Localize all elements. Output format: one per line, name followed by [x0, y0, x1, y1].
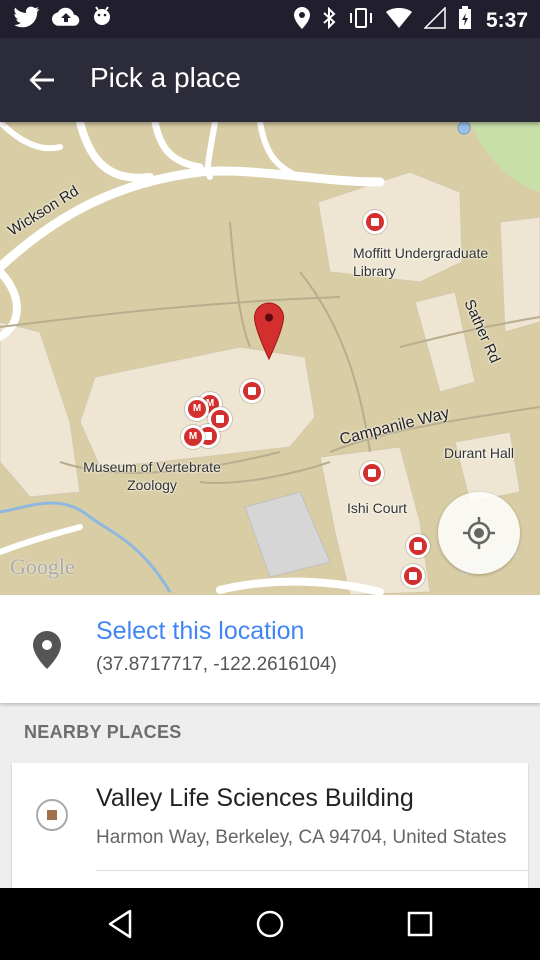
android-icon: [92, 6, 112, 33]
recents-square-icon: [407, 911, 433, 937]
my-location-button[interactable]: [438, 492, 520, 574]
poi-building-icon[interactable]: [401, 564, 425, 588]
map-view[interactable]: Wickson Rd Sather Rd Campanile Way South…: [0, 122, 540, 595]
status-bar: 5:37: [0, 0, 540, 38]
poi-building-icon[interactable]: [406, 534, 430, 558]
poi-library-icon[interactable]: [363, 210, 387, 234]
back-button[interactable]: [22, 60, 62, 100]
google-logo: Google: [10, 554, 75, 579]
select-location-row[interactable]: Select this location (37.8717717, -122.2…: [0, 595, 540, 703]
twitter-icon: [14, 6, 40, 33]
arrow-back-icon: [29, 69, 54, 91]
battery-icon: [458, 6, 472, 35]
navigation-bar: [0, 888, 540, 960]
back-triangle-icon: [108, 909, 132, 939]
poi-building-icon[interactable]: [360, 461, 384, 485]
nav-back-button[interactable]: [100, 904, 140, 944]
nearby-place-name: Valley Life Sciences Building: [96, 784, 414, 812]
place-label-museum: Museum of Vertebrate Zoology: [83, 459, 221, 493]
cloud-upload-icon: [52, 7, 80, 32]
place-label-ishi: Ishi Court: [347, 500, 407, 516]
nearby-place-item[interactable]: Valley Life Sciences Building Harmon Way…: [12, 763, 528, 888]
nearby-place-address: Harmon Way, Berkeley, CA 94704, United S…: [96, 827, 507, 848]
select-location-title: Select this location: [96, 617, 305, 645]
list-divider: [96, 870, 528, 871]
map-pin-icon[interactable]: [253, 302, 285, 360]
wifi-icon: [385, 7, 412, 34]
nav-recents-button[interactable]: [400, 904, 440, 944]
place-label-durant: Durant Hall: [444, 445, 515, 461]
place-label-moffitt: Moffitt Undergraduate Library: [353, 245, 489, 279]
bluetooth-icon: [322, 6, 336, 34]
page-title: Pick a place: [90, 62, 241, 93]
poi-museum-icon[interactable]: M: [185, 397, 209, 421]
place-type-icon: [36, 799, 68, 831]
app-bar: Pick a place: [0, 38, 540, 122]
status-time: 5:37: [485, 8, 528, 32]
nearby-places-header: NEARBY PLACES: [24, 722, 182, 742]
signal-icon: [423, 6, 446, 34]
nav-home-button[interactable]: [250, 904, 290, 944]
poi-cafe-icon[interactable]: [240, 379, 264, 403]
crosshair-icon: [463, 517, 495, 549]
selected-coordinates: (37.8717717, -122.2616104): [96, 654, 337, 675]
home-circle-icon: [256, 910, 284, 938]
poi-museum-icon[interactable]: M: [181, 425, 205, 449]
location-icon: [293, 7, 310, 34]
vibrate-icon: [348, 7, 374, 34]
place-marker-icon: [32, 630, 62, 675]
